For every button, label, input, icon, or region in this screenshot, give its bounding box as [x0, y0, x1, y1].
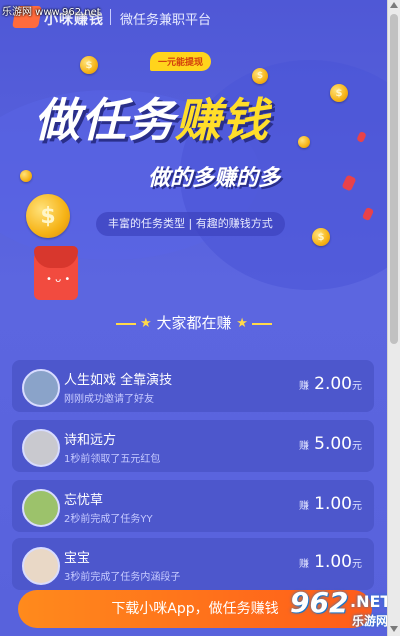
user-name: 人生如戏 全靠演技: [64, 373, 173, 388]
avatar: [22, 369, 60, 407]
scrollbar[interactable]: [387, 0, 400, 636]
feed-card: 人生如戏 全靠演技 刚刚成功邀请了好友 赚 2.00元: [12, 360, 374, 412]
user-name: 宝宝: [64, 551, 91, 566]
star-icon: ★: [140, 316, 152, 331]
scroll-down-arrow-icon[interactable]: [390, 626, 398, 632]
section-title-text: 大家都在赚: [156, 314, 232, 332]
feed-card: 忘忧草 2秒前完成了任务YY 赚 1.00元: [12, 480, 374, 532]
coin-icon: $: [252, 68, 268, 84]
avatar: [22, 489, 60, 527]
reward-prefix: 赚: [299, 441, 310, 452]
watermark-number: 962: [290, 586, 349, 619]
reward-amount: 赚 2.00元: [299, 374, 362, 394]
avatar: [22, 429, 60, 467]
reward-prefix: 赚: [299, 381, 310, 392]
reward-value: 1.00: [314, 552, 352, 572]
title-line: [116, 322, 137, 325]
red-packet-face: • ᴗ •: [46, 274, 71, 285]
site-watermark: 乐游网 www.962.net: [2, 7, 101, 18]
coin-icon: $: [312, 228, 330, 246]
withdraw-badge: 一元能提现: [150, 52, 212, 71]
coin-icon: [20, 170, 32, 182]
platform-title: 微任务兼职平台: [120, 13, 212, 28]
section-title: ★ 大家都在赚 ★: [0, 312, 388, 333]
scroll-thumb[interactable]: [390, 14, 398, 344]
header-divider: [110, 9, 111, 25]
reward-amount: 赚 1.00元: [299, 494, 362, 514]
user-activity: 刚刚成功邀请了好友: [64, 394, 154, 405]
hero-subtitle: 做的多赚的多: [148, 166, 281, 191]
coin-icon: $: [330, 84, 348, 102]
watermark-cn: 乐游网: [352, 614, 388, 628]
reward-prefix: 赚: [299, 501, 310, 512]
hero-title-part: 做任务: [34, 93, 175, 147]
reward-unit: 元: [352, 441, 362, 452]
page: 小咪赚钱 微任务兼职平台 乐游网 www.962.net $ $ $ $ $ 一…: [0, 0, 388, 636]
reward-prefix: 赚: [299, 559, 310, 570]
user-name: 忘忧草: [64, 493, 104, 508]
coin-icon: $: [26, 194, 70, 238]
avatar: [22, 547, 60, 585]
user-name: 诗和远方: [64, 433, 117, 448]
reward-value: 5.00: [314, 434, 352, 454]
hero-title-highlight: 赚钱: [175, 93, 269, 147]
star-icon: ★: [236, 316, 248, 331]
red-packet-mascot-icon: • ᴗ •: [34, 246, 78, 302]
watermark-domain: .NET: [350, 592, 388, 611]
reward-unit: 元: [352, 559, 362, 570]
reward-value: 1.00: [314, 494, 352, 514]
reward-unit: 元: [352, 381, 362, 392]
reward-amount: 赚 1.00元: [299, 552, 362, 572]
user-activity: 2秒前完成了任务YY: [64, 514, 153, 525]
watermark-logo: 962 .NET 乐游网: [290, 586, 388, 634]
user-activity: 1秒前领取了五元红包: [64, 454, 161, 465]
feed-card: 宝宝 3秒前完成了任务内涵段子 赚 1.00元: [12, 538, 374, 590]
reward-unit: 元: [352, 501, 362, 512]
hero-tagline: 丰富的任务类型 | 有趣的赚钱方式: [96, 212, 285, 236]
title-line: [251, 322, 272, 325]
coin-icon: $: [80, 56, 98, 74]
scroll-up-arrow-icon[interactable]: [390, 2, 398, 8]
reward-amount: 赚 5.00元: [299, 434, 362, 454]
reward-value: 2.00: [314, 374, 352, 394]
hero-title: 做任务赚钱: [34, 84, 269, 150]
feed-card: 诗和远方 1秒前领取了五元红包 赚 5.00元: [12, 420, 374, 472]
coin-icon: [298, 136, 310, 148]
user-activity: 3秒前完成了任务内涵段子: [64, 572, 181, 583]
